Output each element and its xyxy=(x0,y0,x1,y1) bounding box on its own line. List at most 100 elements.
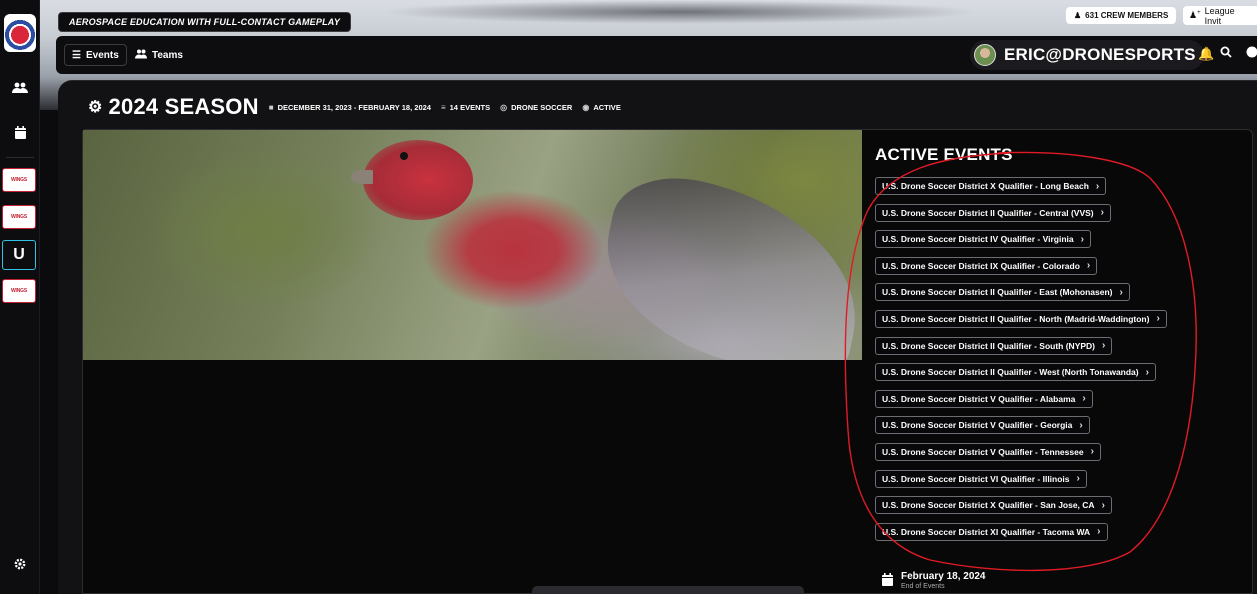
events-nav-button[interactable]: ☰ Events xyxy=(64,44,127,66)
chevron-right-icon: › xyxy=(1102,340,1106,352)
sidebar-divider xyxy=(6,157,34,158)
settings-icon[interactable] xyxy=(0,550,40,578)
chevron-right-icon: › xyxy=(1079,419,1083,431)
chevron-right-icon: › xyxy=(1082,393,1086,405)
target-icon: ◎ xyxy=(500,102,508,112)
chevron-right-icon: › xyxy=(1119,286,1123,298)
event-link-label: U.S. Drone Soccer District VI Qualifier … xyxy=(882,473,1070,484)
event-link-label: U.S. Drone Soccer District X Qualifier -… xyxy=(882,181,1089,191)
add-user-icon: ♟+ xyxy=(1189,10,1201,20)
event-link-label: U.S. Drone Soccer District II Qualifier … xyxy=(882,287,1113,298)
chevron-right-icon: › xyxy=(1097,526,1101,538)
league-badge-wings-3[interactable]: WINGS xyxy=(2,279,36,303)
hero-bird-beak xyxy=(351,170,373,184)
event-link-button[interactable]: U.S. Drone Soccer District II Qualifier … xyxy=(875,336,1113,355)
event-link-label: U.S. Drone Soccer District V Qualifier -… xyxy=(882,420,1073,431)
hero-bird-eye xyxy=(400,152,408,160)
event-link-button[interactable]: U.S. Drone Soccer District VI Qualifier … xyxy=(875,469,1087,488)
end-of-events: February 18, 2024 End of Events xyxy=(882,571,986,590)
crew-count: 631 CREW MEMBERS xyxy=(1085,11,1169,20)
list-icon: ≡ xyxy=(440,102,446,112)
season-hero-image xyxy=(83,130,862,360)
league-logo[interactable] xyxy=(4,14,36,52)
event-link-button[interactable]: U.S. Drone Soccer District X Qualifier -… xyxy=(875,496,1112,515)
event-link-button[interactable]: U.S. Drone Soccer District IX Qualifier … xyxy=(875,256,1098,275)
status-text: ACTIVE xyxy=(593,102,621,112)
tagline: AEROSPACE EDUCATION WITH FULL-CONTACT GA… xyxy=(58,12,352,32)
teams-nav-button[interactable]: Teams xyxy=(128,44,190,66)
end-date-value: February 18, 2024 xyxy=(901,571,986,582)
event-link-label: U.S. Drone Soccer District V Qualifier -… xyxy=(882,446,1084,457)
chevron-right-icon: › xyxy=(1080,233,1084,245)
event-link-button[interactable]: U.S. Drone Soccer District II Qualifier … xyxy=(875,203,1111,222)
active-events-section: ACTIVE EVENTS U.S. Drone Soccer District… xyxy=(875,145,1205,549)
event-link-button[interactable]: U.S. Drone Soccer District IV Qualifier … xyxy=(875,230,1091,249)
league-badge-wings-1[interactable]: WINGS xyxy=(2,168,36,192)
person-icon: ♟ xyxy=(1074,11,1082,20)
chevron-right-icon: › xyxy=(1156,313,1160,325)
event-link-button[interactable]: U.S. Drone Soccer District V Qualifier -… xyxy=(875,389,1093,408)
league-badge-u[interactable]: U xyxy=(2,240,36,270)
event-link-button[interactable]: U.S. Drone Soccer District II Qualifier … xyxy=(875,283,1130,302)
league-invite-button[interactable]: ♟+ League Invit xyxy=(1183,5,1257,26)
user-name: ERIC@DRONESPORTS xyxy=(1004,45,1196,64)
active-events-list: U.S. Drone Soccer District X Qualifier -… xyxy=(875,177,1205,549)
bottom-toolbar[interactable] xyxy=(532,586,804,594)
season-date-range: ■ DECEMBER 31, 2023 - FEBRUARY 18, 2024 xyxy=(269,103,431,112)
event-link-label: U.S. Drone Soccer District IX Qualifier … xyxy=(882,260,1080,271)
season-header: ⚙ 2024 SEASON ■ DECEMBER 31, 2023 - FEBR… xyxy=(88,94,621,120)
event-link-button[interactable]: U.S. Drone Soccer District XI Qualifier … xyxy=(875,522,1108,541)
chevron-right-icon: › xyxy=(1090,446,1094,458)
teams-nav-label: Teams xyxy=(152,49,183,61)
chevron-right-icon: › xyxy=(1145,366,1149,378)
bell-icon[interactable]: 🔔 xyxy=(1198,46,1214,62)
season-title-text: 2024 SEASON xyxy=(108,94,259,119)
top-navbar: ☰ Events Teams ERIC@DRONESPORTS 🔔 xyxy=(56,36,1257,74)
event-link-button[interactable]: U.S. Drone Soccer District V Qualifier -… xyxy=(875,416,1090,435)
calendar-icon: ■ xyxy=(268,102,274,112)
events-nav-label: Events xyxy=(85,49,119,61)
league-badge-wings-2[interactable]: WINGS xyxy=(2,205,36,229)
season-sport: ◎ DRONE SOCCER xyxy=(500,103,572,112)
end-date-label: End of Events xyxy=(901,583,945,590)
calendar-icon[interactable] xyxy=(0,118,40,146)
event-link-label: U.S. Drone Soccer District II Qualifier … xyxy=(882,313,1150,324)
event-link-label: U.S. Drone Soccer District IV Qualifier … xyxy=(882,234,1074,245)
chevron-right-icon: › xyxy=(1086,260,1091,272)
chevron-right-icon: › xyxy=(1101,499,1105,511)
profile-circle-icon[interactable] xyxy=(1246,46,1257,61)
users-icon[interactable] xyxy=(0,74,40,102)
sidebar: WINGS WINGS U WINGS xyxy=(0,0,40,594)
chevron-right-icon: › xyxy=(1076,473,1080,485)
event-link-label: U.S. Drone Soccer District V Qualifier -… xyxy=(882,393,1076,404)
event-link-label: U.S. Drone Soccer District XI Qualifier … xyxy=(882,526,1091,537)
hero-bird-head xyxy=(363,140,473,220)
user-menu[interactable]: ERIC@DRONESPORTS xyxy=(970,40,1204,70)
season-title: ⚙ 2024 SEASON xyxy=(88,94,259,120)
league-invite-label: League Invit xyxy=(1204,5,1235,26)
crew-members-badge[interactable]: ♟ 631 CREW MEMBERS xyxy=(1066,7,1177,24)
menu-icon: ☰ xyxy=(72,49,81,61)
teams-icon xyxy=(135,49,147,62)
event-link-button[interactable]: U.S. Drone Soccer District II Qualifier … xyxy=(875,309,1167,328)
season-status: ◉ ACTIVE xyxy=(582,103,621,112)
calendar-icon xyxy=(882,573,893,589)
avatar xyxy=(974,44,996,66)
sport-text: DRONE SOCCER xyxy=(511,102,573,112)
date-range-text: DECEMBER 31, 2023 - FEBRUARY 18, 2024 xyxy=(277,102,431,112)
event-link-label: U.S. Drone Soccer District X Qualifier -… xyxy=(882,500,1095,511)
event-link-label: U.S. Drone Soccer District II Qualifier … xyxy=(882,340,1096,351)
event-link-button[interactable]: U.S. Drone Soccer District II Qualifier … xyxy=(875,363,1156,382)
event-link-label: U.S. Drone Soccer District II Qualifier … xyxy=(882,207,1094,218)
hero-wing xyxy=(588,164,862,360)
event-link-button[interactable]: U.S. Drone Soccer District V Qualifier -… xyxy=(875,442,1101,461)
season-event-count: ≡ 14 EVENTS xyxy=(441,103,490,112)
event-count-text: 14 EVENTS xyxy=(449,102,491,112)
chevron-right-icon: › xyxy=(1095,180,1100,192)
search-icon[interactable] xyxy=(1220,46,1232,61)
eye-icon: ◉ xyxy=(582,102,590,112)
active-events-heading: ACTIVE EVENTS xyxy=(875,145,1013,164)
gear-icon: ⚙ xyxy=(88,99,103,116)
chevron-right-icon: › xyxy=(1100,207,1104,219)
event-link-button[interactable]: U.S. Drone Soccer District X Qualifier -… xyxy=(875,177,1107,195)
